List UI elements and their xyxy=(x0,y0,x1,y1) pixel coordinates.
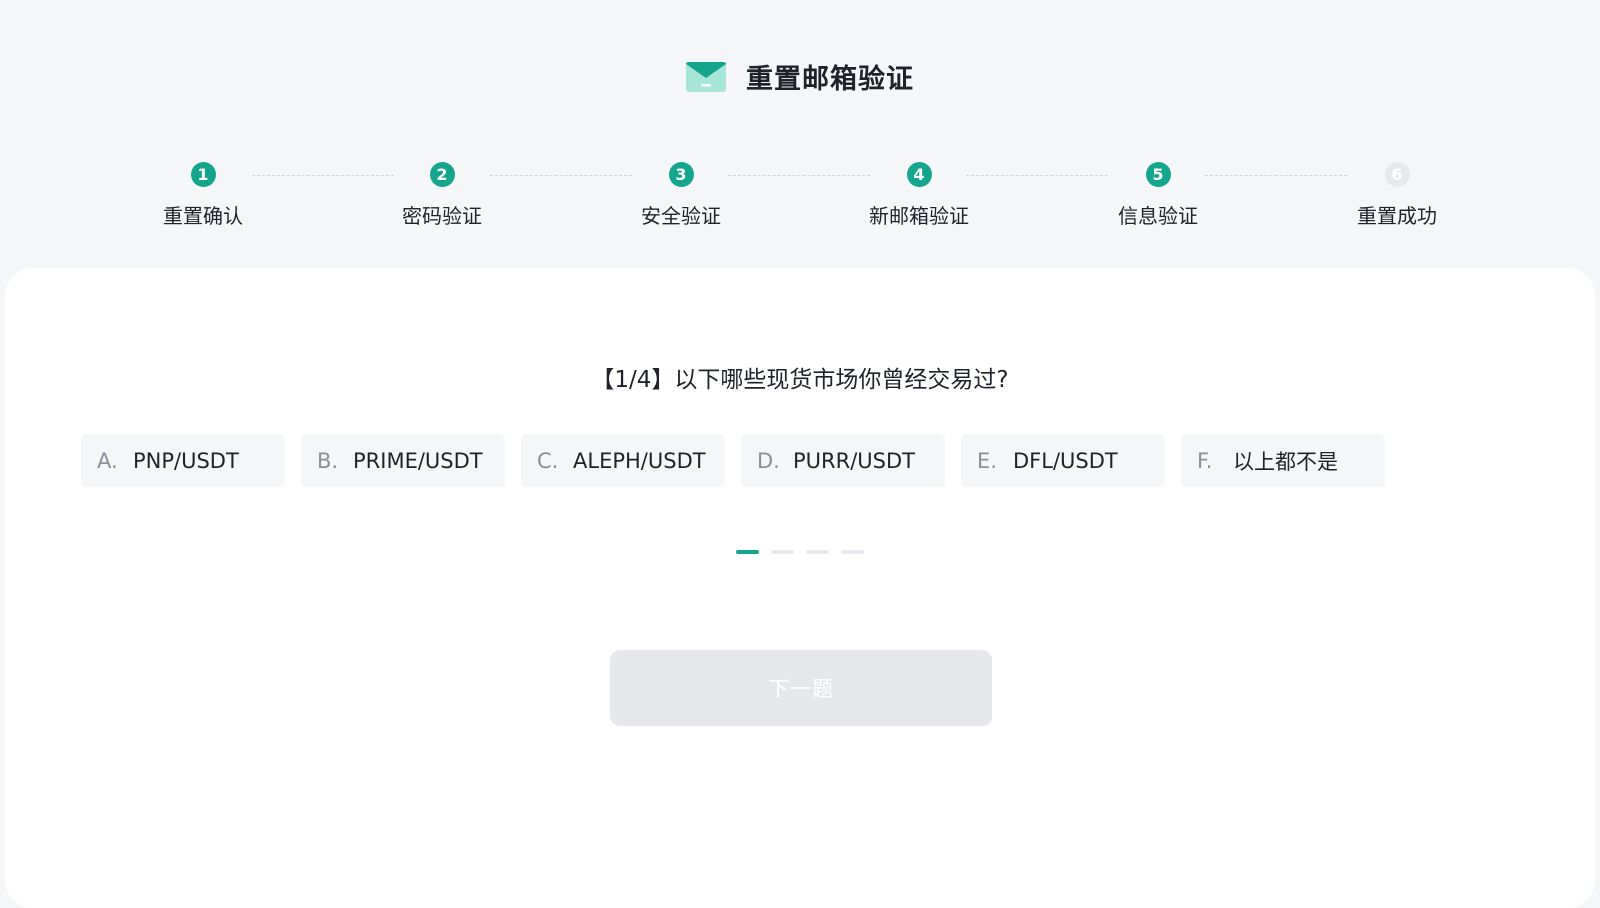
option-text: PNP/USDT xyxy=(133,448,239,473)
step-number-badge: 1 xyxy=(190,162,216,187)
option-letter: E. xyxy=(977,448,997,473)
step-security-verify: 3 安全验证 xyxy=(601,162,761,229)
option-text: ALEPH/USDT xyxy=(573,448,706,473)
step-number-badge: 4 xyxy=(906,162,932,187)
option-letter: B. xyxy=(317,448,339,473)
answer-option-c[interactable]: C. ALEPH/USDT xyxy=(521,434,725,487)
step-label: 安全验证 xyxy=(641,204,721,228)
quiz-question: 【1/4】以下哪些现货市场你曾经交易过? xyxy=(591,367,1009,393)
option-text: 以上都不是 xyxy=(1233,449,1338,474)
pager-bar-3 xyxy=(806,550,829,554)
pager-bar-2 xyxy=(771,550,794,554)
pager-bar-1 xyxy=(736,550,759,554)
question-pager xyxy=(5,550,1595,554)
option-letter: F. xyxy=(1197,448,1213,473)
answer-options: A. PNP/USDT B. PRIME/USDT C. ALEPH/USDT … xyxy=(81,434,1385,487)
next-question-button[interactable]: 下一题 xyxy=(610,650,992,726)
option-text: PRIME/USDT xyxy=(353,448,483,473)
answer-option-f[interactable]: F. 以上都不是 xyxy=(1181,434,1385,487)
option-letter: C. xyxy=(537,448,559,473)
step-reset-confirm: 1 重置确认 xyxy=(123,162,283,229)
step-label: 新邮箱验证 xyxy=(869,204,969,228)
pager-bar-4 xyxy=(841,550,864,554)
progress-stepper: 1 重置确认 2 密码验证 3 安全验证 4 新邮箱验证 5 信息验证 6 重置… xyxy=(0,162,1600,242)
step-number-badge: 5 xyxy=(1145,162,1171,187)
mail-icon xyxy=(686,62,726,92)
step-password-verify: 2 密码验证 xyxy=(362,162,522,229)
quiz-card: 【1/4】以下哪些现货市场你曾经交易过? A. PNP/USDT B. PRIM… xyxy=(5,268,1595,908)
page-header: 重置邮箱验证 xyxy=(0,56,1600,96)
step-label: 信息验证 xyxy=(1118,204,1198,228)
step-number-badge: 2 xyxy=(429,162,455,187)
step-reset-success: 6 重置成功 xyxy=(1317,162,1477,229)
answer-option-e[interactable]: E. DFL/USDT xyxy=(961,434,1165,487)
step-label: 密码验证 xyxy=(402,204,482,228)
step-label: 重置成功 xyxy=(1357,204,1437,228)
answer-option-d[interactable]: D. PURR/USDT xyxy=(741,434,945,487)
answer-option-b[interactable]: B. PRIME/USDT xyxy=(301,434,505,487)
step-number-badge: 6 xyxy=(1384,162,1410,187)
step-info-verify: 5 信息验证 xyxy=(1078,162,1238,229)
option-text: DFL/USDT xyxy=(1013,448,1118,473)
option-text: PURR/USDT xyxy=(793,448,915,473)
page-title: 重置邮箱验证 xyxy=(746,63,914,95)
option-letter: A. xyxy=(97,448,118,473)
step-label: 重置确认 xyxy=(163,204,243,228)
step-number-badge: 3 xyxy=(668,162,694,187)
step-new-email-verify: 4 新邮箱验证 xyxy=(839,162,999,229)
option-letter: D. xyxy=(757,448,780,473)
answer-option-a[interactable]: A. PNP/USDT xyxy=(81,434,285,487)
